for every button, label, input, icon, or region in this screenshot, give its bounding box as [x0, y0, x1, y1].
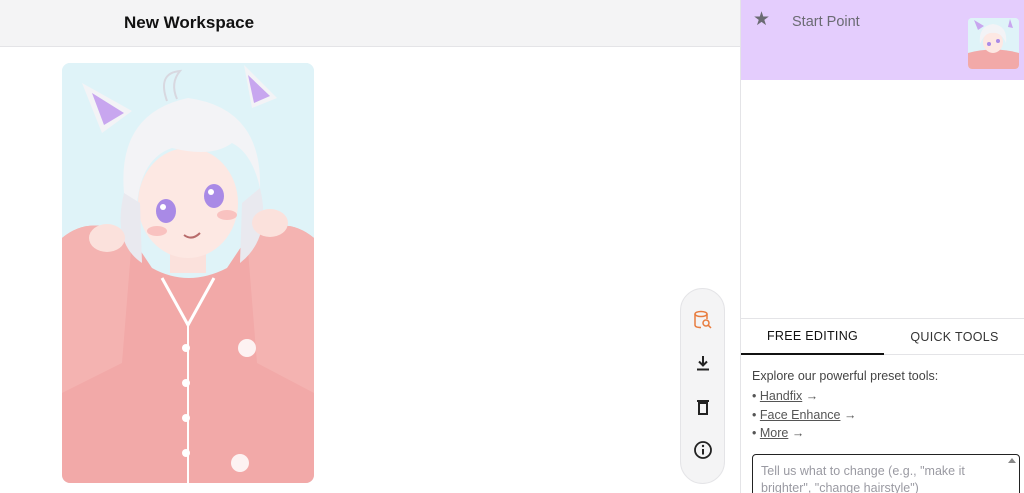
download-button[interactable] [689, 349, 717, 377]
history-thumbnail[interactable] [968, 18, 1019, 69]
star-icon[interactable]: ★ [753, 10, 770, 29]
info-icon [694, 441, 712, 459]
workspace-title: New Workspace [124, 13, 255, 32]
thumbnail-image [968, 18, 1019, 69]
tab-quick-tools[interactable]: QUICK TOOLS [884, 319, 1024, 355]
history-item-label: Start Point [792, 14, 860, 30]
inspect-button[interactable] [689, 306, 717, 334]
arrow-right-icon: → [805, 389, 819, 403]
history-item-start-point[interactable]: ★ Start Point [741, 0, 1024, 80]
app-window: New Workspace ★ Start Point FREE EDITING… [0, 0, 1024, 493]
workspace-area: New Workspace [0, 0, 740, 493]
edit-prompt-input[interactable]: Tell us what to change (e.g., "make it b… [752, 454, 1020, 493]
anime-girl-illustration [62, 63, 314, 483]
tab-free-editing[interactable]: FREE EDITING [741, 319, 884, 355]
workspace-header: New Workspace [0, 0, 740, 47]
search-document-icon [694, 310, 712, 329]
arrow-right-icon: → [843, 407, 857, 422]
scroll-up-icon[interactable] [1008, 458, 1016, 463]
tools-intro-text: Explore our powerful preset tools: [752, 369, 939, 383]
canvas-image[interactable] [62, 63, 314, 483]
list-item: • Handfix → [752, 389, 819, 403]
prompt-placeholder: Tell us what to change (e.g., "make it b… [761, 464, 965, 493]
preset-tool-links: • Handfix → • Face Enhance → • More → [752, 389, 856, 445]
edit-mode-tabs: FREE EDITING QUICK TOOLS [741, 318, 1024, 355]
delete-button[interactable] [689, 393, 717, 421]
download-icon [697, 356, 709, 371]
trash-icon [697, 400, 709, 415]
list-item: • Face Enhance → [752, 407, 857, 422]
face-enhance-link[interactable]: Face Enhance [760, 408, 841, 422]
image-action-toolbar [680, 288, 725, 484]
arrow-right-icon: → [791, 426, 805, 440]
side-panel: ★ Start Point FREE EDITING QUICK TOOLS E… [740, 0, 1024, 493]
info-button[interactable] [689, 436, 717, 464]
handfix-link[interactable]: Handfix [760, 389, 802, 403]
list-item: • More → [752, 426, 805, 440]
more-tools-link[interactable]: More [760, 426, 788, 440]
